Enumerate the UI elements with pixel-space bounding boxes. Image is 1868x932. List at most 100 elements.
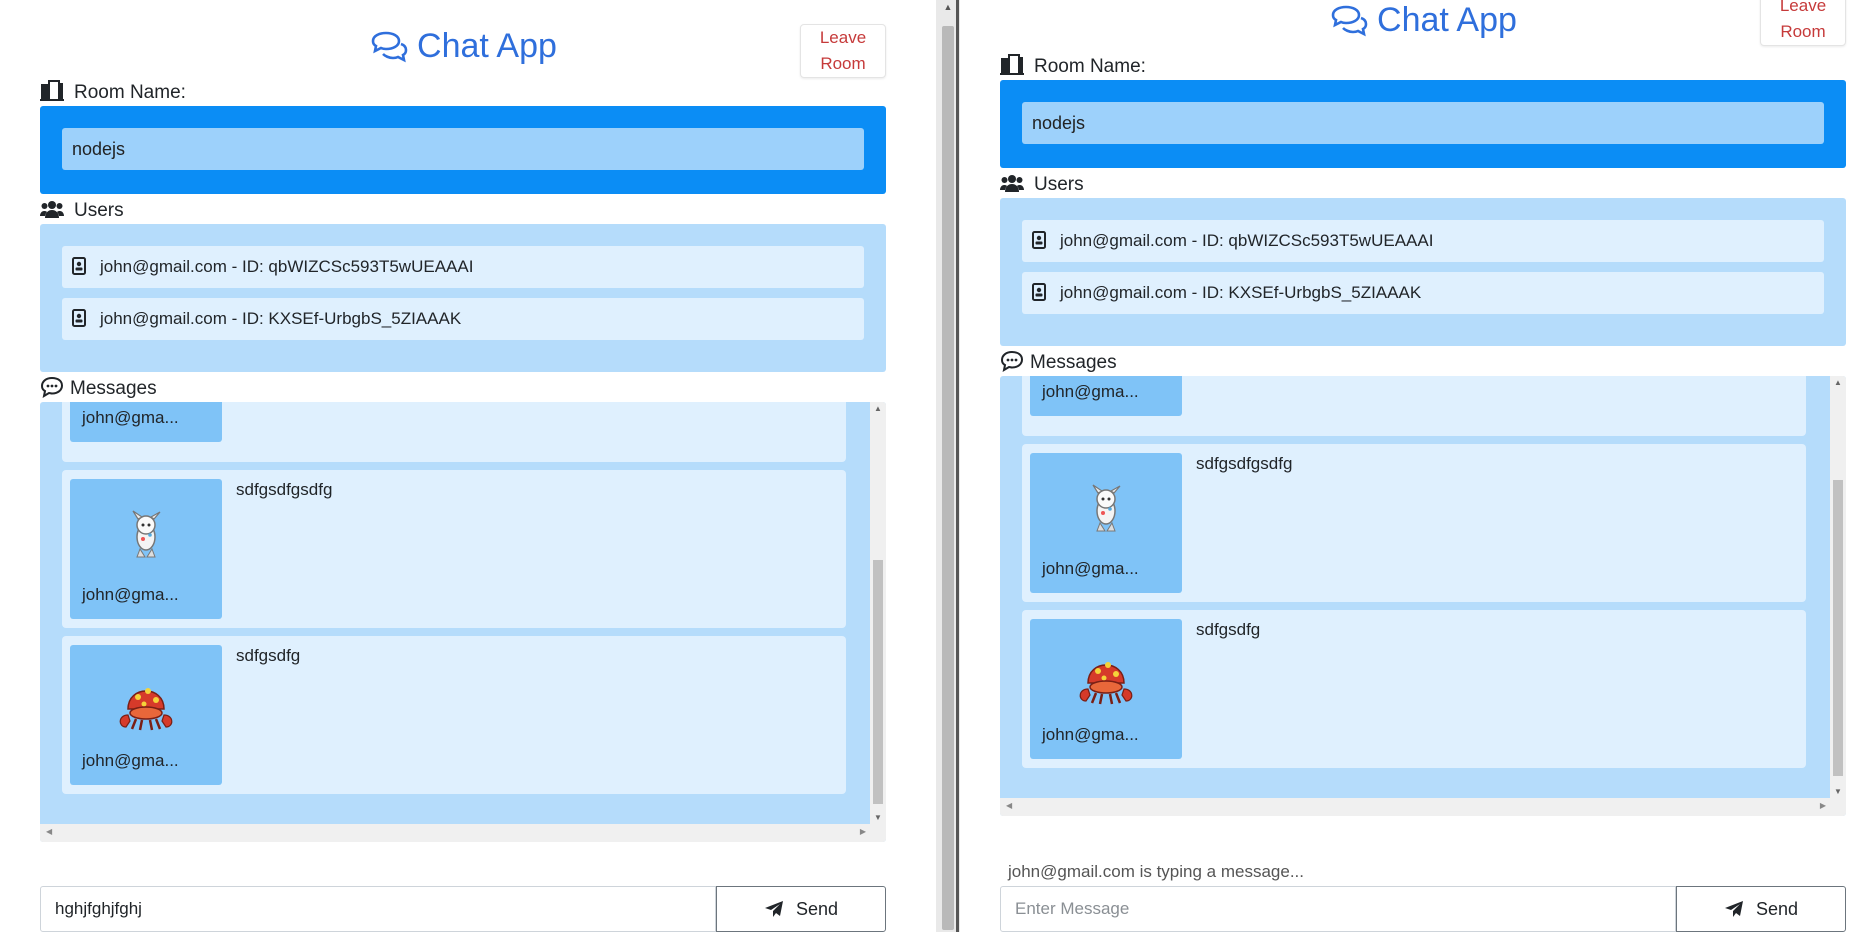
avatar: john@gma... — [1030, 376, 1182, 416]
page-title: Chat App — [1000, 0, 1846, 42]
send-button-label: Send — [1755, 899, 1799, 919]
send-button[interactable]: Send — [716, 886, 886, 932]
users-icon — [40, 198, 64, 220]
messages-vertical-scrollbar[interactable]: ▲ ▼ — [1830, 376, 1846, 798]
leave-room-button[interactable]: Leave Room — [800, 24, 886, 78]
message-username: john@gma... — [82, 585, 179, 604]
splitter-divider[interactable] — [956, 0, 959, 932]
messages-label: Messages — [1000, 350, 1117, 374]
user-row-text: john@gmail.com - ID: qbWIZCSc593T5wUEAAA… — [1060, 231, 1434, 250]
scroll-up-icon[interactable]: ▲ — [870, 404, 886, 413]
scroll-down-icon[interactable]: ▼ — [870, 813, 886, 822]
message-username: john@gma... — [1042, 382, 1139, 401]
user-row-text: john@gmail.com - ID: qbWIZCSc593T5wUEAAA… — [100, 257, 474, 276]
message-input[interactable]: hghjfghjfghj — [40, 886, 716, 932]
message-list: john@gma... john@gma... sdfgsdfgsdfg joh… — [1022, 376, 1806, 798]
room-name-label-text: Room Name: — [74, 82, 186, 103]
white-sprite-icon — [106, 501, 186, 571]
scroll-left-icon[interactable]: ◀ — [46, 827, 52, 836]
splitter-up-icon[interactable]: ▲ — [942, 2, 954, 12]
message-username: john@gma... — [1042, 559, 1139, 578]
message-card: john@gma... sdfgsdfg — [62, 636, 846, 794]
splitter-scrollbar-thumb[interactable] — [942, 26, 954, 930]
message-composer: Enter Message Send — [1000, 886, 1846, 932]
scroll-right-icon[interactable]: ▶ — [1820, 801, 1826, 810]
room-name-panel: nodejs — [40, 106, 886, 194]
users-label: Users — [1000, 172, 1084, 196]
comments-icon — [1329, 5, 1369, 39]
paper-plane-icon — [1724, 890, 1744, 917]
users-label-text: Users — [74, 200, 124, 221]
leave-room-button[interactable]: Leave Room — [1760, 0, 1846, 46]
leave-room-label-2: Room — [1780, 22, 1826, 41]
window-splitter[interactable]: ▲ — [936, 0, 960, 932]
message-username: john@gma... — [1042, 725, 1139, 744]
avatar: john@gma... — [70, 479, 222, 619]
room-name-field[interactable]: nodejs — [62, 128, 864, 170]
send-button-label: Send — [795, 899, 839, 919]
message-card: john@gma... — [62, 402, 846, 462]
room-name-label: Room Name: — [40, 80, 186, 104]
users-icon — [1000, 172, 1024, 194]
id-card-icon — [1032, 275, 1046, 301]
messages-panel[interactable]: john@gma... john@gma... sdfgsdfgsdfg joh… — [40, 402, 886, 842]
user-row-text: john@gmail.com - ID: KXSEf-UrbgbS_5ZIAAA… — [1060, 283, 1422, 302]
app-title: Chat App — [1377, 1, 1517, 39]
message-card: john@gma... sdfgsdfgsdfg — [62, 470, 846, 628]
chat-window-left: Chat App Leave Room Room Name: nodejs Us… — [0, 0, 936, 932]
app-title: Chat App — [417, 27, 557, 65]
user-row: john@gmail.com - ID: KXSEf-UrbgbS_5ZIAAA… — [1022, 272, 1824, 314]
red-crab-sprite-icon — [1066, 641, 1146, 711]
id-card-icon — [72, 249, 86, 275]
users-label: Users — [40, 198, 124, 222]
door-icon — [40, 80, 64, 102]
user-row: john@gmail.com - ID: qbWIZCSc593T5wUEAAA… — [62, 246, 864, 288]
avatar: john@gma... — [1030, 619, 1182, 759]
message-composer: hghjfghjfghj Send — [40, 886, 886, 932]
messages-label-text: Messages — [70, 378, 157, 399]
scroll-down-icon[interactable]: ▼ — [1830, 787, 1846, 796]
user-row: john@gmail.com - ID: qbWIZCSc593T5wUEAAA… — [1022, 220, 1824, 262]
send-button[interactable]: Send — [1676, 886, 1846, 932]
avatar: john@gma... — [70, 402, 222, 442]
scroll-up-icon[interactable]: ▲ — [1830, 378, 1846, 387]
white-sprite-icon — [1066, 475, 1146, 545]
message-card: john@gma... sdfgsdfg — [1022, 610, 1806, 768]
message-username: john@gma... — [82, 408, 179, 427]
users-panel: john@gmail.com - ID: qbWIZCSc593T5wUEAAA… — [1000, 198, 1846, 346]
user-row-text: john@gmail.com - ID: KXSEf-UrbgbS_5ZIAAA… — [100, 309, 462, 328]
room-name-label-text: Room Name: — [1034, 56, 1146, 77]
leave-room-label-1: Leave — [819, 28, 867, 47]
messages-label-text: Messages — [1030, 352, 1117, 373]
messages-vertical-scrollbar[interactable]: ▲ ▼ — [870, 402, 886, 824]
comment-dots-icon — [40, 376, 64, 399]
id-card-icon — [1032, 223, 1046, 249]
message-text: sdfgsdfg — [236, 646, 301, 665]
message-username: john@gma... — [82, 751, 179, 770]
room-name-panel: nodejs — [1000, 80, 1846, 168]
scrollbar-thumb[interactable] — [873, 560, 883, 804]
room-name-field[interactable]: nodejs — [1022, 102, 1824, 144]
scroll-left-icon[interactable]: ◀ — [1006, 801, 1012, 810]
messages-label: Messages — [40, 376, 157, 400]
message-text: sdfgsdfg — [1196, 620, 1261, 639]
leave-room-label-1: Leave — [1779, 0, 1827, 15]
room-name-label: Room Name: — [1000, 54, 1146, 78]
message-input[interactable]: Enter Message — [1000, 886, 1676, 932]
messages-horizontal-scrollbar[interactable]: ◀ ▶ — [40, 824, 886, 842]
messages-horizontal-scrollbar[interactable]: ◀ ▶ — [1000, 798, 1846, 816]
messages-panel[interactable]: john@gma... john@gma... sdfgsdfgsdfg joh… — [1000, 376, 1846, 816]
avatar: john@gma... — [70, 645, 222, 785]
message-text: sdfgsdfgsdfg — [236, 480, 333, 499]
message-text: sdfgsdfgsdfg — [1196, 454, 1293, 473]
id-card-icon — [72, 301, 86, 327]
door-icon — [1000, 54, 1024, 76]
page-title: Chat App — [40, 24, 886, 68]
paper-plane-icon — [764, 890, 784, 917]
scroll-right-icon[interactable]: ▶ — [860, 827, 866, 836]
comment-dots-icon — [1000, 350, 1024, 373]
scrollbar-thumb[interactable] — [1833, 480, 1843, 776]
users-label-text: Users — [1034, 174, 1084, 195]
message-list: john@gma... john@gma... sdfgsdfgsdfg joh… — [62, 402, 846, 824]
red-crab-sprite-icon — [106, 667, 186, 737]
